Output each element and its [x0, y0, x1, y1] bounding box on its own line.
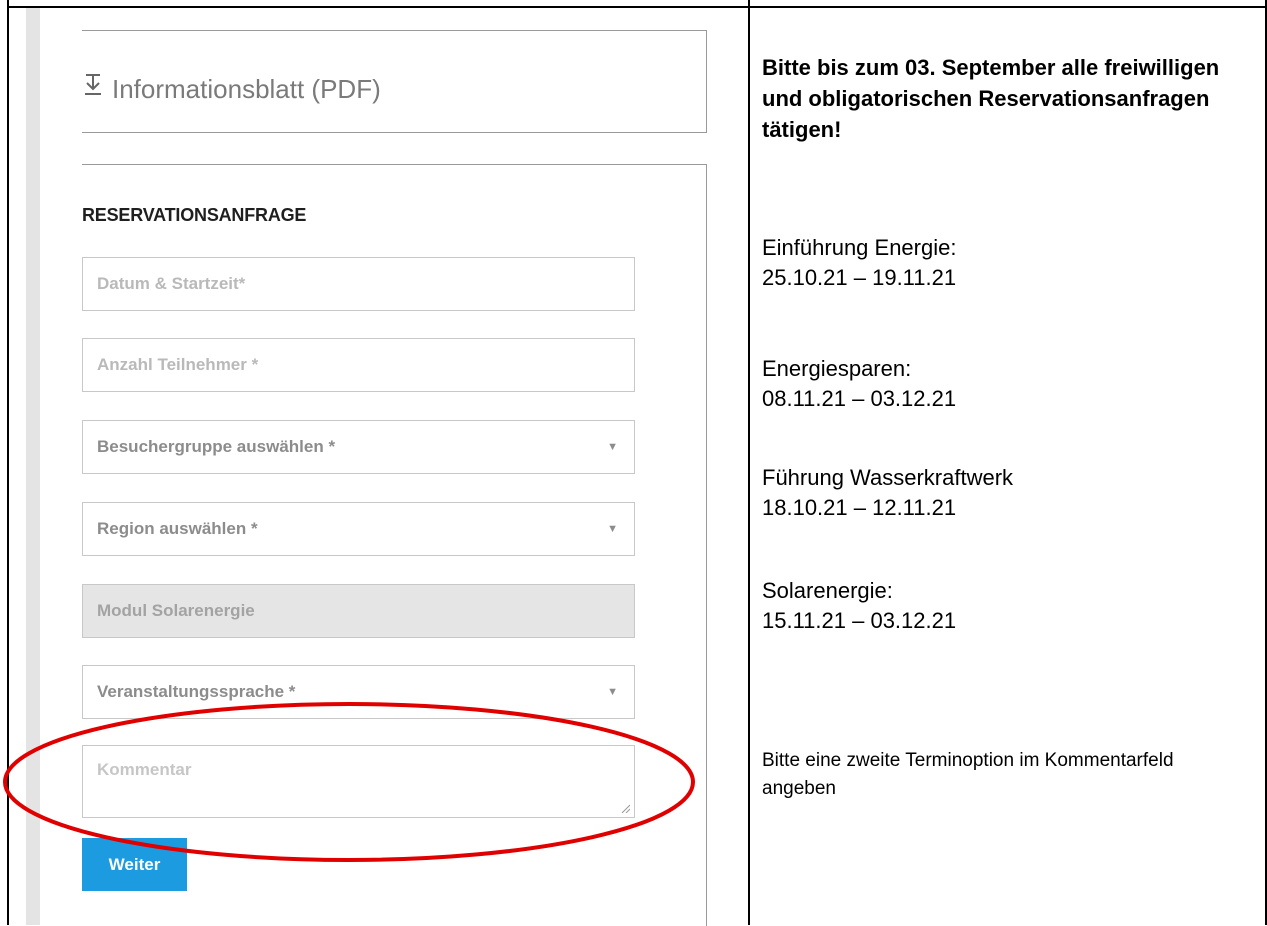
- entry-einfuehrung-energie: Einführung Energie: 25.10.21 – 19.11.21: [762, 233, 956, 293]
- info-card: Informationsblatt (PDF): [82, 30, 707, 133]
- visitor-group-placeholder: Besuchergruppe auswählen *: [97, 437, 336, 456]
- entry-title: Einführung Energie:: [762, 235, 957, 260]
- region-placeholder: Region auswählen *: [97, 519, 258, 538]
- entry-title: Solarenergie:: [762, 578, 893, 603]
- language-placeholder: Veranstaltungssprache *: [97, 682, 296, 701]
- entry-energiesparen: Energiesparen: 08.11.21 – 03.12.21: [762, 354, 956, 414]
- chevron-down-icon: ▼: [607, 686, 618, 698]
- comment-note: Bitte eine zweite Terminoption im Kommen…: [762, 750, 1174, 799]
- date-start-input[interactable]: Datum & Startzeit*: [82, 257, 635, 311]
- chevron-down-icon: ▼: [607, 523, 618, 535]
- entry-dates: 15.11.21 – 03.12.21: [762, 608, 957, 633]
- entry-fuehrung-wasserkraftwerk: Führung Wasserkraftwerk 18.10.21 – 12.11…: [762, 463, 1013, 523]
- resize-handle-icon[interactable]: [620, 803, 630, 813]
- form-title: RESERVATIONSANFRAGE: [82, 205, 307, 225]
- entry-title: Energiesparen:: [762, 356, 912, 381]
- module-field: Modul Solarenergie: [82, 584, 635, 638]
- informationsblatt-label: Informationsblatt (PDF): [112, 74, 381, 104]
- entry-title: Führung Wasserkraftwerk: [762, 465, 1014, 490]
- visitor-group-select[interactable]: Besuchergruppe auswählen * ▼: [82, 420, 635, 474]
- participants-input[interactable]: Anzahl Teilnehmer *: [82, 338, 635, 392]
- comment-textarea[interactable]: Kommentar: [82, 745, 635, 818]
- download-icon: [82, 73, 112, 106]
- entry-dates: 08.11.21 – 03.12.21: [762, 386, 957, 411]
- participants-placeholder: Anzahl Teilnehmer *: [97, 355, 259, 374]
- reservation-form: RESERVATIONSANFRAGE Datum & Startzeit* A…: [82, 164, 707, 926]
- chevron-down-icon: ▼: [607, 441, 618, 453]
- comment-placeholder: Kommentar: [97, 760, 192, 779]
- table-top-border: [7, 6, 1267, 8]
- entry-dates: 18.10.21 – 12.11.21: [762, 495, 957, 520]
- language-select[interactable]: Veranstaltungssprache * ▼: [82, 665, 635, 719]
- weiter-button[interactable]: Weiter: [82, 838, 187, 891]
- table-column-divider: [748, 0, 750, 925]
- screenshot-gray-strip: [26, 8, 40, 925]
- deadline-headline: Bitte bis zum 03. September alle freiwil…: [762, 55, 1220, 142]
- informationsblatt-link[interactable]: Informationsblatt (PDF): [82, 73, 381, 106]
- module-value: Modul Solarenergie: [97, 601, 255, 620]
- date-start-placeholder: Datum & Startzeit*: [97, 274, 246, 293]
- entry-solarenergie: Solarenergie: 15.11.21 – 03.12.21: [762, 576, 956, 636]
- region-select[interactable]: Region auswählen * ▼: [82, 502, 635, 556]
- entry-dates: 25.10.21 – 19.11.21: [762, 265, 957, 290]
- table-left-border: [7, 0, 9, 925]
